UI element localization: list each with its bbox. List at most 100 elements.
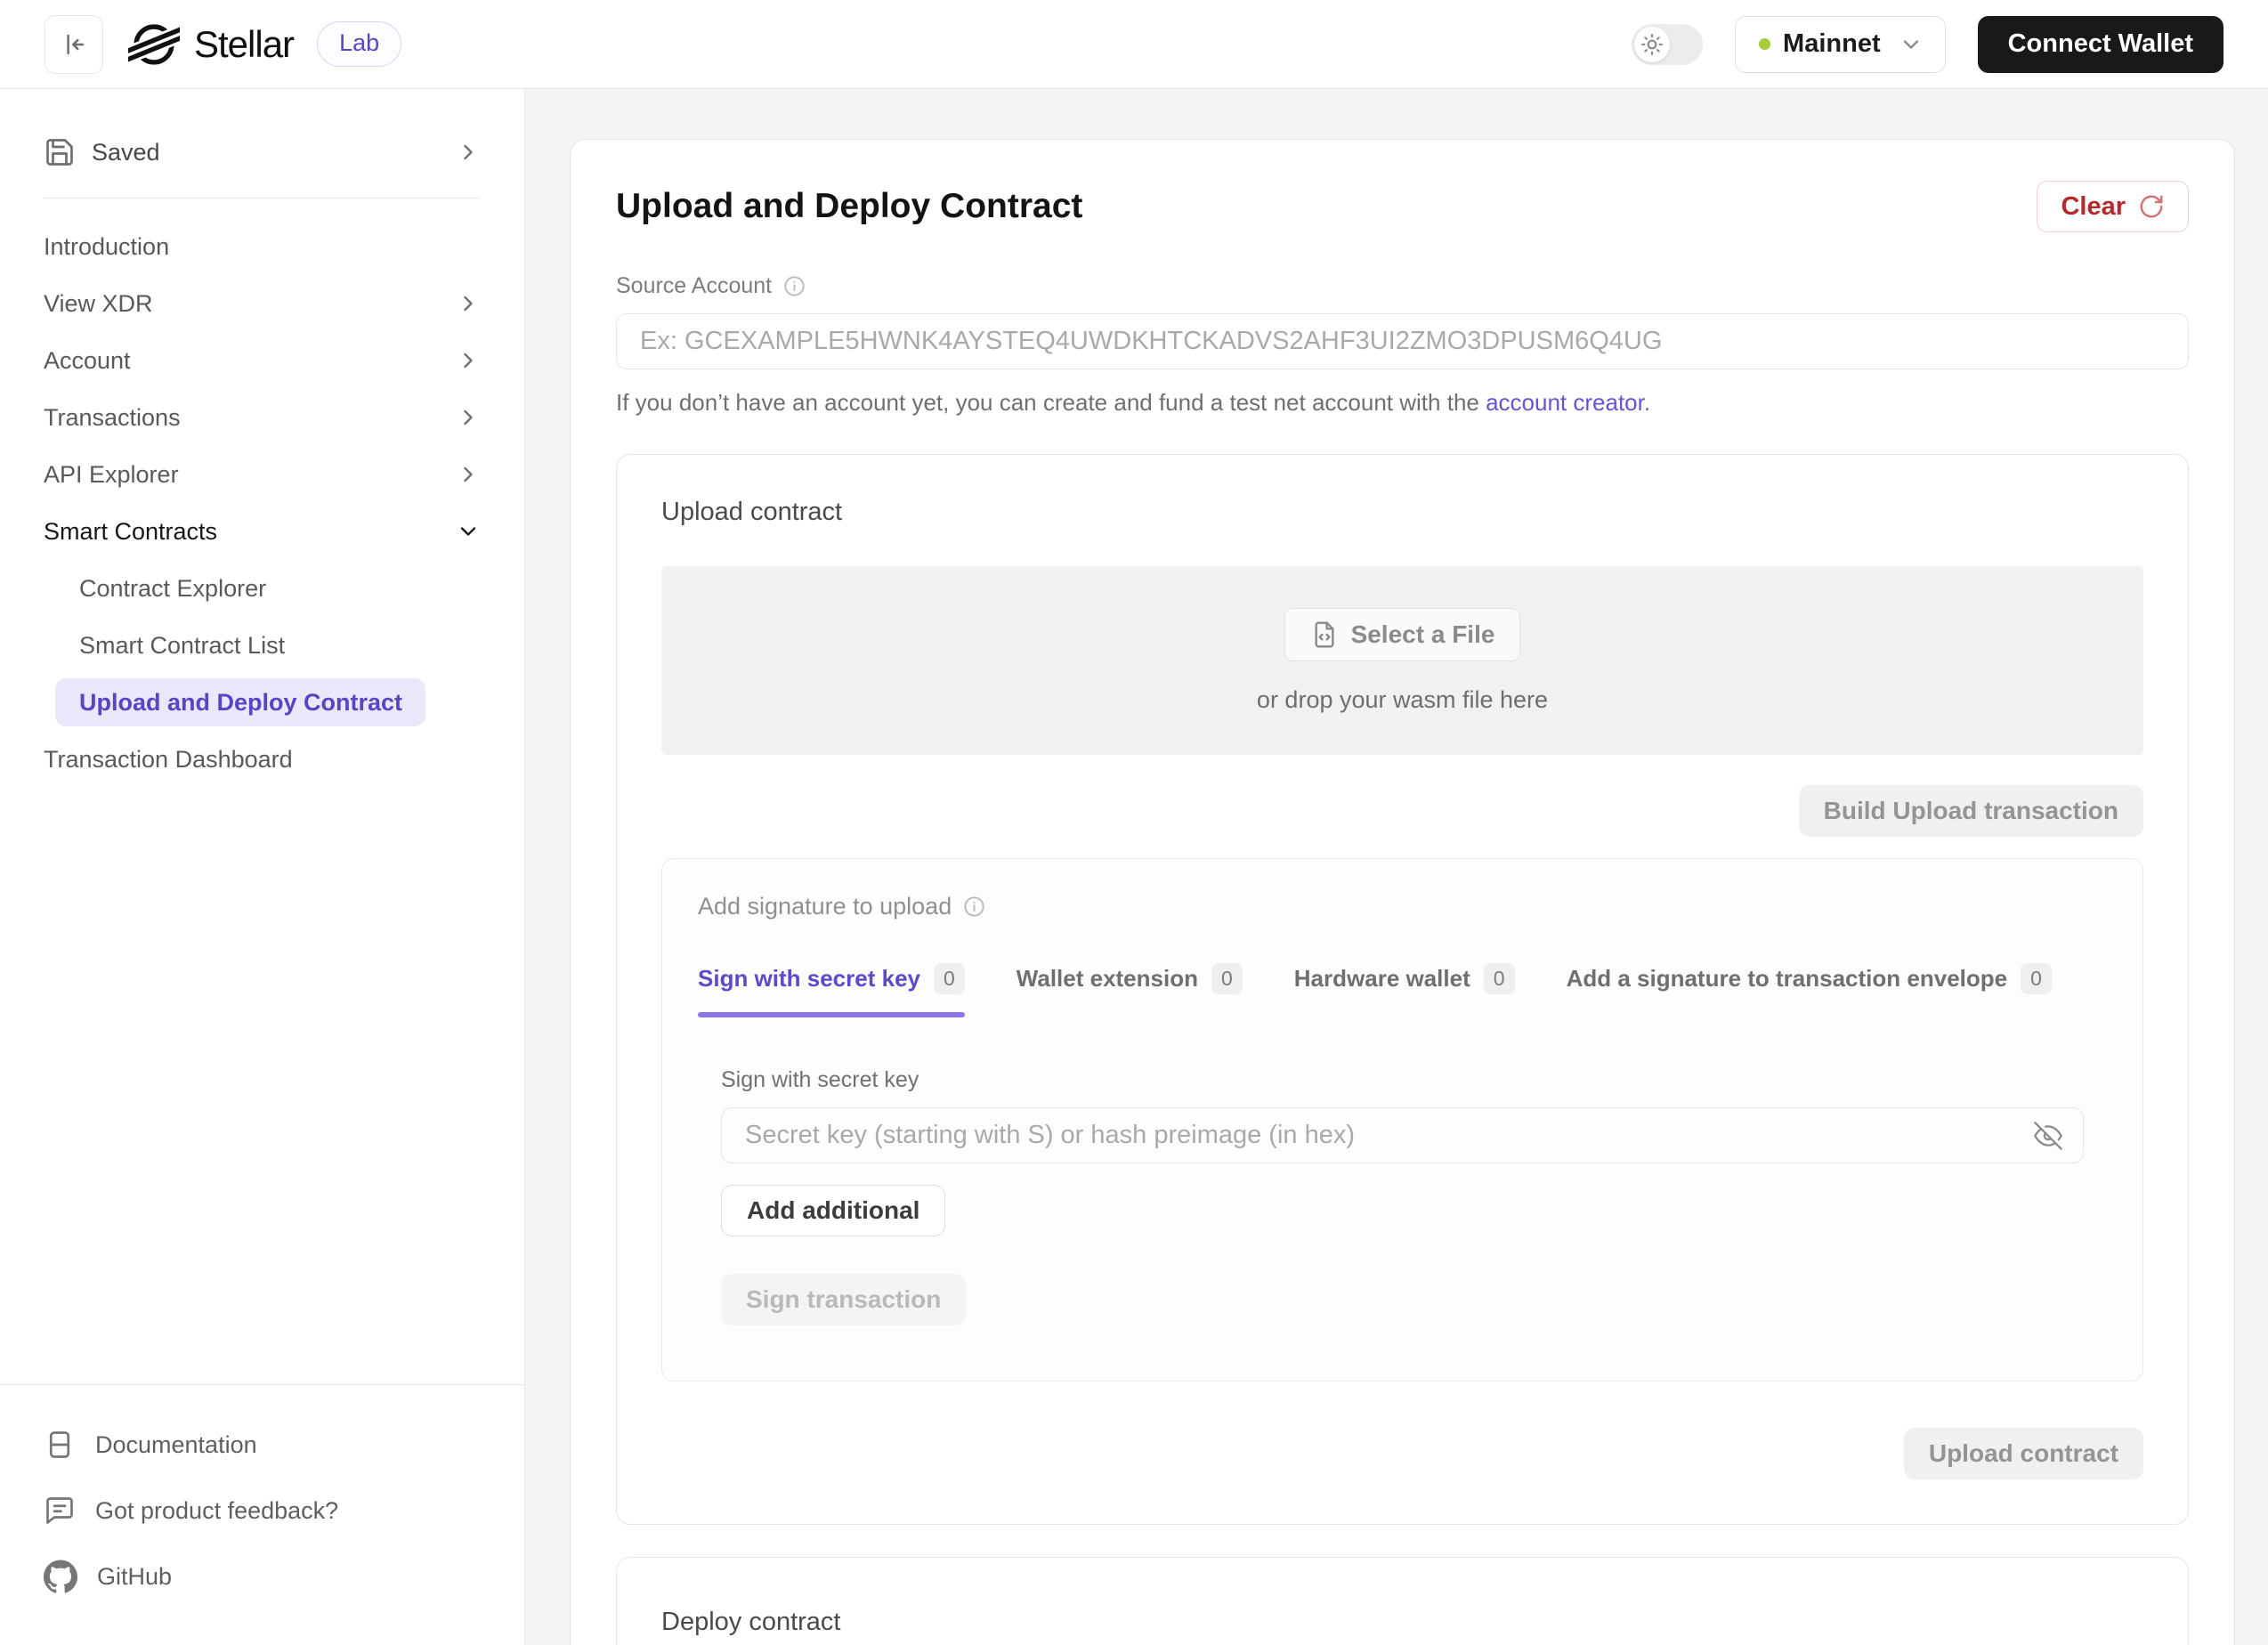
sidebar-item-label: Upload and Deploy Contract	[79, 688, 403, 716]
brand-name: Stellar	[194, 22, 295, 65]
upload-contract-button[interactable]: Upload contract	[1903, 1428, 2143, 1479]
sidebar-item-transaction-dashboard[interactable]: Transaction Dashboard	[44, 731, 481, 788]
source-account-helper: If you don’t have an account yet, you ca…	[616, 389, 2189, 417]
sign-with-secret-key-label: Sign with secret key	[721, 1067, 919, 1092]
select-file-button[interactable]: Select a File	[1284, 607, 1521, 661]
add-signature-card: Add signature to upload Sign with secret…	[661, 858, 2143, 1382]
sidebar-item-view-xdr[interactable]: View XDR	[44, 275, 481, 332]
tab-add-signature-to-envelope[interactable]: Add a signature to transaction envelope …	[1567, 963, 2052, 1017]
eye-off-icon	[2034, 1121, 2062, 1150]
sidebar-item-introduction[interactable]: Introduction	[44, 218, 481, 275]
sidebar-item-account[interactable]: Account	[44, 332, 481, 389]
sun-icon	[1641, 33, 1663, 55]
sidebar-divider	[44, 198, 481, 199]
sidebar-item-label: Transaction Dashboard	[44, 745, 293, 773]
sidebar-item-smart-contract-list[interactable]: Smart Contract List	[44, 617, 481, 674]
network-label: Mainnet	[1783, 29, 1881, 58]
tab-label: Add a signature to transaction envelope	[1566, 965, 2008, 992]
sidebar-item-label: Documentation	[95, 1430, 257, 1458]
secret-key-input[interactable]	[721, 1107, 2084, 1163]
wasm-dropzone[interactable]: Select a File or drop your wasm file her…	[661, 566, 2143, 755]
signature-tabs: Sign with secret key 0 Wallet extension …	[698, 963, 2107, 1017]
sidebar-item-label: GitHub	[97, 1562, 173, 1590]
sidebar-item-api-explorer[interactable]: API Explorer	[44, 446, 481, 503]
tab-label: Wallet extension	[1016, 965, 1198, 992]
file-code-icon	[1315, 620, 1334, 648]
deploy-contract-card: Deploy contract	[616, 1557, 2189, 1645]
sidebar-item-label: Saved	[92, 138, 160, 166]
tab-count-badge: 0	[1211, 963, 1243, 994]
info-icon[interactable]	[782, 274, 806, 298]
sidebar-item-label: API Explorer	[44, 460, 179, 488]
collapse-sidebar-icon	[67, 34, 85, 54]
tab-label: Sign with secret key	[698, 965, 920, 992]
info-icon[interactable]	[962, 895, 986, 919]
chevron-down-icon	[1903, 39, 1918, 49]
sidebar-item-label: Smart Contract List	[79, 631, 286, 659]
sidebar-item-label: View XDR	[44, 289, 153, 317]
top-header: Stellar Lab Mainnet Connect Wallet	[0, 0, 2268, 89]
sidebar-item-documentation[interactable]: Documentation	[44, 1412, 481, 1478]
sign-transaction-button[interactable]: Sign transaction	[721, 1274, 967, 1325]
sidebar-item-product-feedback[interactable]: Got product feedback?	[44, 1478, 481, 1544]
chevron-down-icon	[460, 527, 476, 536]
sidebar-item-saved[interactable]: Saved	[44, 121, 481, 183]
chevron-right-icon	[464, 466, 473, 482]
sidebar-item-smart-contracts[interactable]: Smart Contracts	[44, 503, 481, 560]
sidebar-item-contract-explorer[interactable]: Contract Explorer	[44, 560, 481, 617]
tab-count-badge: 0	[933, 963, 965, 994]
tab-count-badge: 0	[1483, 963, 1515, 994]
github-icon	[44, 1560, 77, 1593]
connect-wallet-button[interactable]: Connect Wallet	[1977, 15, 2223, 73]
sidebar-item-label: Account	[44, 346, 131, 374]
tab-wallet-extension[interactable]: Wallet extension 0	[1017, 963, 1243, 1017]
upload-contract-heading: Upload contract	[661, 498, 843, 526]
tab-sign-with-secret-key[interactable]: Sign with secret key 0	[698, 963, 965, 1017]
chevron-right-icon	[464, 144, 473, 160]
helper-prefix: If you don’t have an account yet, you ca…	[616, 389, 1486, 416]
sidebar-item-label: Smart Contracts	[44, 517, 218, 545]
network-selector[interactable]: Mainnet	[1735, 15, 1946, 73]
sign-with-secret-key-panel: Sign with secret key Add additional Sign…	[721, 1067, 2084, 1325]
tab-hardware-wallet[interactable]: Hardware wallet 0	[1294, 963, 1515, 1017]
add-signature-title: Add signature to upload	[698, 893, 952, 920]
upload-deploy-page-card: Upload and Deploy Contract Clear Source …	[570, 139, 2235, 1645]
refresh-icon	[2140, 195, 2163, 218]
select-file-label: Select a File	[1350, 620, 1495, 648]
drop-hint-text: or drop your wasm file here	[1256, 685, 1549, 713]
theme-toggle[interactable]	[1632, 23, 1704, 65]
account-creator-link[interactable]: account creator	[1486, 389, 1644, 416]
main-content: Upload and Deploy Contract Clear Source …	[525, 89, 2268, 1645]
sidebar-item-label: Contract Explorer	[79, 574, 267, 602]
deploy-contract-heading: Deploy contract	[661, 1608, 841, 1636]
stellar-logo-icon	[128, 23, 180, 65]
sidebar-item-transactions[interactable]: Transactions	[44, 389, 481, 446]
sidebar-collapse-button[interactable]	[45, 14, 103, 74]
page-title: Upload and Deploy Contract	[616, 187, 1083, 225]
add-additional-button[interactable]: Add additional	[721, 1185, 946, 1236]
network-status-dot	[1759, 38, 1771, 50]
sidebar-item-label: Transactions	[44, 403, 181, 431]
clear-button[interactable]: Clear	[2037, 181, 2189, 232]
toggle-visibility-button[interactable]	[2034, 1121, 2062, 1150]
clear-button-label: Clear	[2061, 191, 2126, 221]
book-icon	[49, 1431, 70, 1458]
chevron-right-icon	[464, 296, 473, 312]
build-upload-transaction-button[interactable]: Build Upload transaction	[1798, 785, 2143, 837]
brand-logo[interactable]: Stellar Lab	[128, 19, 402, 70]
tab-count-badge: 0	[2021, 963, 2052, 994]
sidebar: Saved Introduction View XDR Account Tran…	[0, 89, 525, 1645]
sidebar-item-label: Introduction	[44, 232, 170, 260]
chevron-right-icon	[464, 352, 473, 369]
helper-suffix: .	[1643, 389, 1651, 416]
tab-label: Hardware wallet	[1293, 965, 1470, 992]
chevron-right-icon	[464, 409, 473, 425]
source-account-label: Source Account	[616, 273, 773, 298]
message-icon	[46, 1497, 73, 1524]
source-account-input[interactable]	[616, 313, 2189, 369]
lab-badge: Lab	[317, 21, 402, 67]
sidebar-item-upload-and-deploy-contract[interactable]: Upload and Deploy Contract	[55, 678, 426, 726]
sidebar-item-label: Got product feedback?	[95, 1496, 339, 1524]
sidebar-item-github[interactable]: GitHub	[44, 1544, 481, 1609]
save-icon	[46, 139, 73, 166]
